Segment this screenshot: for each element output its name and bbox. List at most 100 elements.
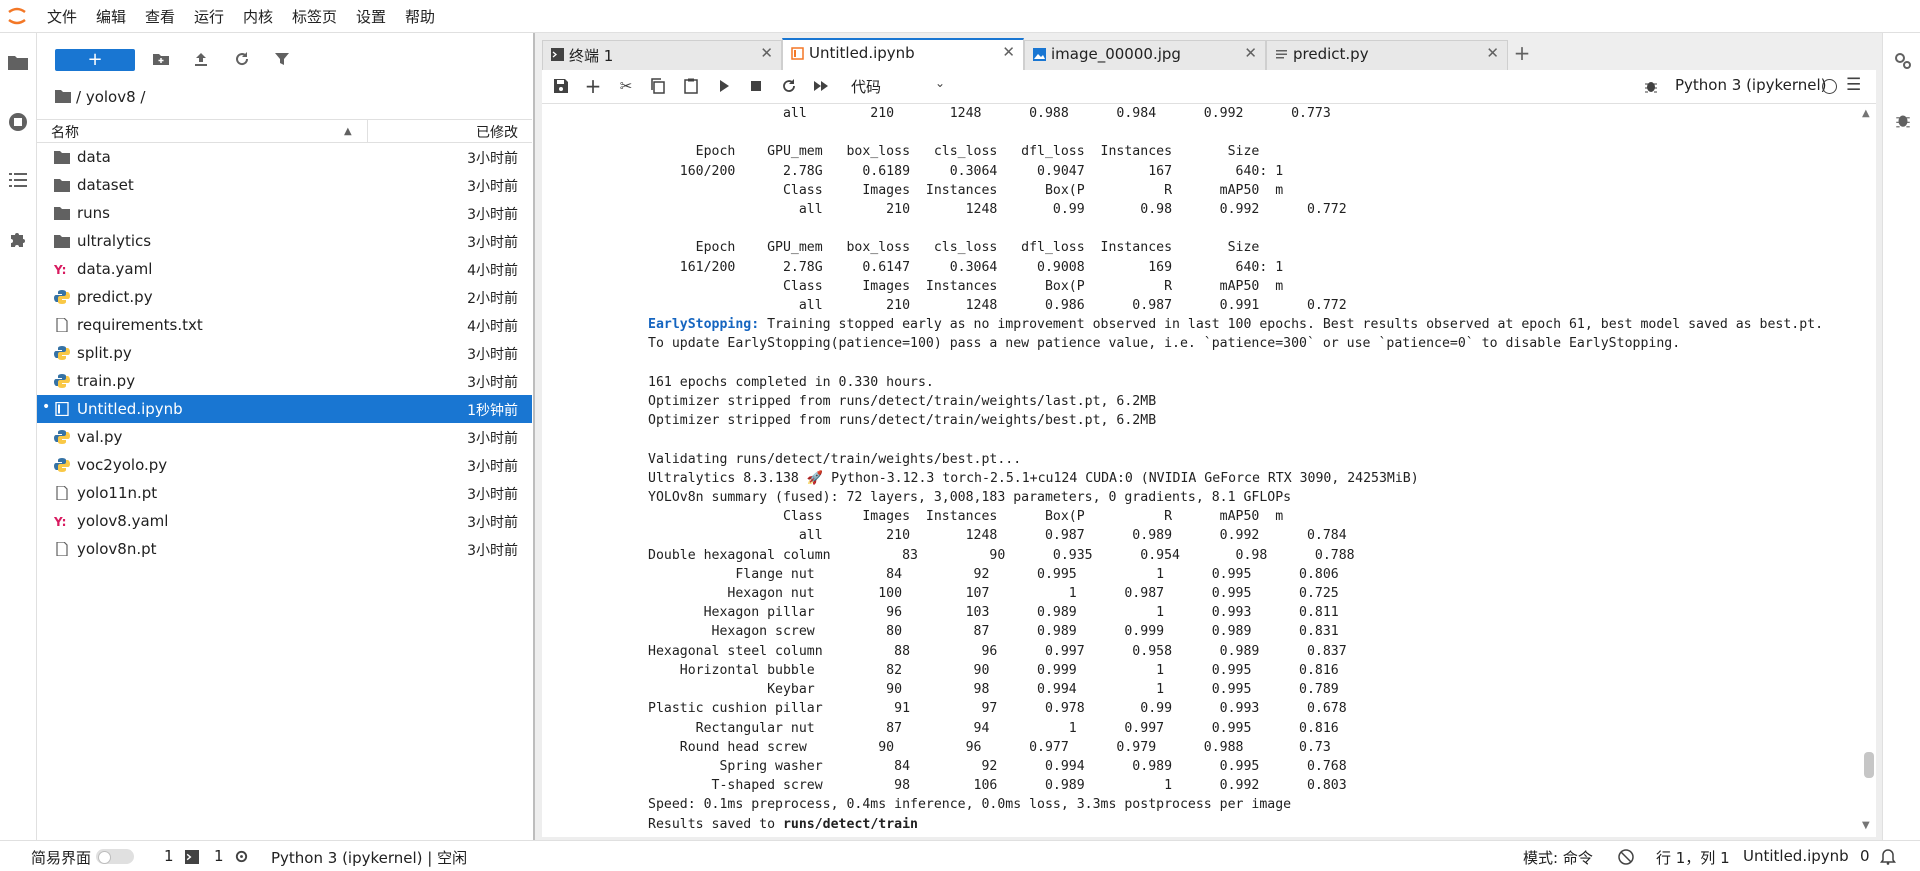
file-icon [54, 485, 70, 501]
no-bug-icon[interactable] [1618, 849, 1634, 865]
bell-icon[interactable] [1880, 848, 1896, 865]
tab-predict-py[interactable]: predict.py ✕ [1266, 40, 1508, 70]
menu-icon[interactable]: ☰ [1846, 75, 1861, 95]
file-name: yolov8.yaml [77, 512, 169, 530]
file-name: requirements.txt [77, 316, 203, 334]
folder-icon[interactable] [7, 51, 29, 73]
running-icon[interactable] [7, 111, 29, 133]
property-inspector-icon[interactable] [1893, 51, 1913, 71]
tab-label: 终端 1 [569, 47, 614, 65]
python-icon [54, 430, 70, 444]
scroll-up-icon[interactable]: ▲ [1862, 108, 1870, 119]
file-modified-time: 3小时前 [467, 375, 518, 391]
menu-edit[interactable]: 编辑 [96, 6, 126, 27]
simple-mode-label: 简易界面 [31, 849, 92, 867]
simple-mode-toggle[interactable] [96, 849, 134, 864]
mode-indicator[interactable]: 模式: 命令 [1523, 847, 1593, 868]
breadcrumb[interactable]: / yolov8 / [76, 88, 145, 106]
close-icon[interactable]: ✕ [1486, 44, 1499, 62]
filter-icon[interactable] [273, 50, 291, 68]
folder-icon [55, 90, 71, 103]
menu-help[interactable]: 帮助 [405, 6, 435, 27]
file-row[interactable]: val.py 3小时前 [37, 423, 532, 451]
results-path: runs/detect/train [782, 816, 918, 832]
file-modified-time: 2小时前 [467, 291, 518, 307]
upload-icon[interactable] [192, 50, 210, 68]
menu-tabs[interactable]: 标签页 [292, 6, 337, 27]
running-indicator: • [42, 399, 51, 415]
jupyter-logo-icon [8, 7, 26, 25]
tab-label: Untitled.ipynb [809, 44, 915, 62]
file-row[interactable]: voc2yolo.py 3小时前 [37, 451, 532, 479]
file-name: ultralytics [77, 232, 152, 250]
menu-run[interactable]: 运行 [194, 6, 224, 27]
new-launcher-button[interactable]: + [55, 49, 135, 71]
file-row[interactable]: Y: data.yaml 4小时前 [37, 255, 532, 283]
close-icon[interactable]: ✕ [1244, 44, 1257, 62]
save-icon[interactable] [552, 77, 570, 95]
file-modified-time: 3小时前 [467, 431, 518, 447]
cursor-position[interactable]: 行 1，列 1 [1656, 847, 1730, 868]
add-cell-icon[interactable]: + [584, 76, 602, 96]
scroll-down-icon[interactable]: ▼ [1862, 820, 1870, 831]
kernel-count[interactable]: 1 [214, 847, 224, 865]
terminal-icon [185, 850, 199, 864]
file-row[interactable]: • Untitled.ipynb 1秒钟前 [37, 395, 532, 423]
file-row[interactable]: train.py 3小时前 [37, 367, 532, 395]
text-file-icon [1276, 50, 1287, 59]
toc-icon[interactable] [7, 169, 29, 191]
menu-file[interactable]: 文件 [47, 6, 77, 27]
refresh-icon[interactable] [233, 50, 251, 68]
file-row[interactable]: Y: yolov8.yaml 3小时前 [37, 507, 532, 535]
kernel-status-icon [1822, 79, 1837, 94]
extension-icon[interactable] [7, 229, 29, 251]
python-icon [54, 346, 70, 360]
menu-settings[interactable]: 设置 [356, 6, 386, 27]
debugger-icon[interactable] [1894, 111, 1912, 129]
file-row[interactable]: dataset 3小时前 [37, 171, 532, 199]
left-activity-bar [0, 33, 37, 840]
run-icon[interactable] [715, 77, 733, 95]
paste-icon[interactable] [682, 77, 700, 95]
cell-type-select[interactable]: 代码 [851, 76, 881, 97]
fast-forward-icon[interactable] [812, 77, 830, 95]
kernel-name[interactable]: Python 3 (ipykernel) [1675, 76, 1827, 94]
tab-untitled-ipynb[interactable]: Untitled.ipynb ✕ [782, 38, 1024, 70]
close-icon[interactable]: ✕ [760, 44, 773, 62]
menu-kernel[interactable]: 内核 [243, 6, 273, 27]
stop-icon[interactable] [747, 77, 765, 95]
file-row[interactable]: yolo11n.pt 3小时前 [37, 479, 532, 507]
file-row[interactable]: split.py 3小时前 [37, 339, 532, 367]
yaml-icon: Y: [53, 262, 70, 277]
file-modified-time: 3小时前 [467, 207, 518, 223]
file-row[interactable]: data 3小时前 [37, 143, 532, 171]
menu-view[interactable]: 查看 [145, 6, 175, 27]
file-row[interactable]: requirements.txt 4小时前 [37, 311, 532, 339]
column-name-header[interactable]: 名称 [51, 122, 79, 142]
add-tab-icon[interactable]: + [1510, 40, 1534, 68]
file-list-header: 名称 ▲ 已修改 [37, 119, 532, 143]
folder-icon [54, 150, 70, 164]
bug-icon[interactable] [1643, 78, 1659, 94]
new-folder-icon[interactable] [152, 50, 170, 68]
file-name: yolo11n.pt [77, 484, 158, 502]
terminal-count[interactable]: 1 [164, 847, 174, 865]
cut-icon[interactable]: ✂ [617, 77, 635, 95]
chevron-down-icon[interactable]: ⌄ [935, 76, 945, 90]
column-modified-header[interactable]: 已修改 [476, 122, 518, 142]
tab-terminal[interactable]: 终端 1 ✕ [542, 40, 782, 70]
restart-icon[interactable] [780, 77, 798, 95]
scrollbar-thumb[interactable] [1864, 752, 1874, 778]
copy-icon[interactable] [649, 77, 667, 95]
python-icon [54, 290, 70, 304]
file-row[interactable]: predict.py 2小时前 [37, 283, 532, 311]
sort-ascending-icon[interactable]: ▲ [344, 126, 352, 137]
file-row[interactable]: yolov8n.pt 3小时前 [37, 535, 532, 563]
file-row[interactable]: runs 3小时前 [37, 199, 532, 227]
file-icon [54, 541, 70, 557]
close-icon[interactable]: ✕ [1002, 43, 1015, 61]
kernel-status[interactable]: Python 3 (ipykernel) | 空闲 [271, 847, 467, 868]
notification-count[interactable]: 0 [1860, 847, 1870, 865]
tab-image[interactable]: image_00000.jpg ✕ [1024, 40, 1266, 70]
file-row[interactable]: ultralytics 3小时前 [37, 227, 532, 255]
